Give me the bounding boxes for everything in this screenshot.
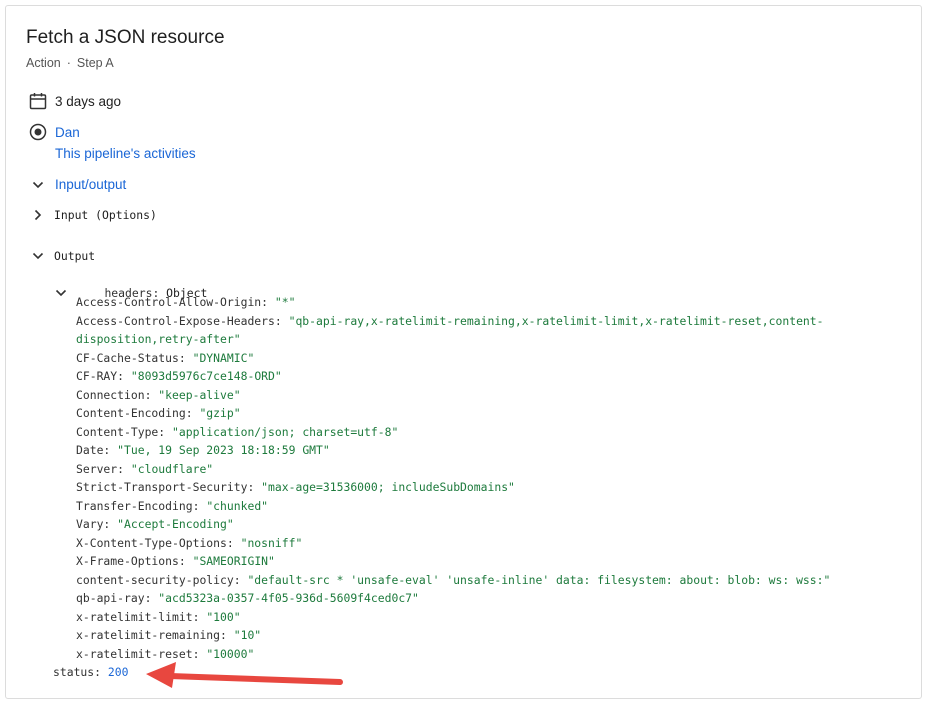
header-entry: Access-Control-Allow-Origin: "*" [76, 293, 295, 312]
io-section-header[interactable]: Input/output [31, 177, 126, 192]
header-value: "cloudflare" [130, 461, 214, 476]
header-key: x-ratelimit-limit: [76, 609, 200, 624]
header-value: "DYNAMIC" [192, 350, 255, 365]
header-entry: Access-Control-Expose-Headers: "qb-api-r… [76, 312, 824, 331]
header-value: "nosniff" [240, 535, 303, 550]
header-entry: Server: "cloudflare" [76, 460, 213, 479]
user-link[interactable]: Dan [55, 125, 80, 140]
header-entry: CF-Cache-Status: "DYNAMIC" [76, 349, 254, 368]
header-key: Access-Control-Allow-Origin: [76, 295, 269, 309]
header-key: Strict-Transport-Security: [76, 480, 255, 494]
header-entry: x-ratelimit-remaining: "10" [76, 626, 261, 645]
status-row: status: 200 [53, 663, 128, 682]
header-entry: x-ratelimit-limit: "100" [76, 608, 241, 627]
header-key: Access-Control-Expose-Headers: [76, 313, 282, 328]
header-entry: Strict-Transport-Security: "max-age=3153… [76, 478, 515, 497]
header-value: "10000" [206, 646, 255, 661]
header-value: "max-age=31536000; includeSubDomains" [261, 480, 515, 494]
user-row: Dan [28, 122, 80, 142]
header-value: "SAMEORIGIN" [192, 554, 275, 568]
header-value-continuation-text: disposition,retry-after" [76, 332, 241, 346]
header-value-continuation: disposition,retry-after" [76, 330, 241, 349]
header-entry: X-Frame-Options: "SAMEORIGIN" [76, 552, 275, 571]
header-key: Transfer-Encoding: [76, 498, 200, 513]
io-section-label[interactable]: Input/output [55, 177, 126, 192]
header-key: Content-Encoding: [76, 406, 193, 420]
input-section-label[interactable]: Input (Options) [54, 208, 157, 222]
header-key: Content-Type: [76, 424, 166, 439]
header-key: Date: [76, 443, 111, 457]
header-key: Vary: [76, 517, 111, 531]
header-key: CF-Cache-Status: [76, 350, 186, 365]
chevron-down-icon[interactable] [31, 249, 45, 263]
header-value: "*" [274, 295, 296, 309]
annotation-arrow [146, 662, 343, 688]
header-value: "default-src * 'unsafe-eval' 'unsafe-inl… [247, 572, 831, 587]
header-entry: Vary: "Accept-Encoding" [76, 515, 234, 534]
pipeline-activities-link[interactable]: This pipeline's activities [55, 146, 196, 161]
header-value: "acd5323a-0357-4f05-936d-5609f4ced0c7" [158, 591, 419, 605]
header-entry: Content-Encoding: "gzip" [76, 404, 241, 423]
time-ago: 3 days ago [55, 93, 122, 109]
header-value: "application/json; charset=utf-8" [172, 424, 399, 439]
header-value: "8093d5976c7ce148-ORD" [130, 369, 282, 383]
header-value: "gzip" [199, 406, 241, 420]
header-value: "100" [206, 609, 241, 624]
header-value: "10" [233, 628, 262, 642]
header-entry: qb-api-ray: "acd5323a-0357-4f05-936d-560… [76, 589, 419, 608]
status-key: status: [53, 665, 102, 679]
header-key: X-Content-Type-Options: [76, 535, 234, 550]
header-value: "Accept-Encoding" [117, 517, 234, 531]
record-circle-icon [28, 122, 48, 142]
header-value: "qb-api-ray,x-ratelimit-remaining,x-rate… [288, 313, 824, 328]
header-entry: CF-RAY: "8093d5976c7ce148-ORD" [76, 367, 282, 386]
action-subtitle: Action · Step A [26, 56, 114, 70]
header-key: content-security-policy: [76, 572, 241, 587]
header-entry: Content-Type: "application/json; charset… [76, 423, 398, 442]
subtitle-separator: · [66, 56, 71, 70]
action-type: Action [26, 56, 61, 70]
header-key: x-ratelimit-remaining: [76, 628, 227, 642]
header-value: "chunked" [206, 498, 269, 513]
page-title: Fetch a JSON resource [26, 27, 225, 48]
time-row: 3 days ago [28, 91, 121, 111]
header-entry: content-security-policy: "default-src * … [76, 571, 830, 590]
header-entry: Connection: "keep-alive" [76, 386, 241, 405]
header-value: "keep-alive" [158, 387, 241, 402]
header-key: CF-RAY: [76, 369, 125, 383]
calendar-icon [28, 91, 48, 111]
header-entry: X-Content-Type-Options: "nosniff" [76, 534, 302, 553]
step-label: Step A [76, 56, 114, 70]
header-entry: Transfer-Encoding: "chunked" [76, 497, 268, 516]
chevron-down-icon[interactable] [31, 178, 45, 192]
header-key: X-Frame-Options: [76, 554, 186, 568]
output-section-label[interactable]: Output [54, 249, 95, 263]
header-key: x-ratelimit-reset: [76, 646, 200, 661]
input-section-header[interactable]: Input (Options) [31, 208, 157, 222]
header-value: "Tue, 19 Sep 2023 18:18:59 GMT" [117, 443, 330, 457]
chevron-down-icon[interactable] [54, 286, 68, 300]
header-key: Connection: [76, 387, 152, 402]
header-entry: Date: "Tue, 19 Sep 2023 18:18:59 GMT" [76, 441, 330, 460]
status-value: 200 [107, 665, 129, 679]
chevron-right-icon[interactable] [31, 208, 45, 222]
output-section-header[interactable]: Output [31, 249, 95, 263]
header-key: qb-api-ray: [76, 591, 152, 605]
header-key: Server: [76, 461, 125, 476]
activities-row: This pipeline's activities [55, 146, 196, 161]
